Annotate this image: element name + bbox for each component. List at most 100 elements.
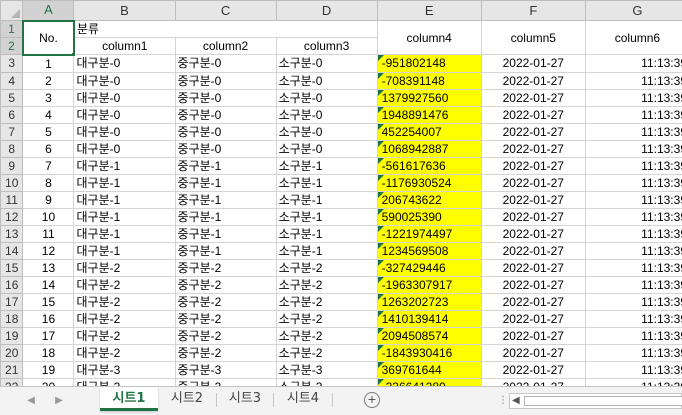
row-header[interactable]: 9	[0, 156, 24, 175]
cell-column4[interactable]: 2094508574	[376, 326, 482, 345]
cell-column3[interactable]: 소구분-2	[275, 275, 378, 294]
cell-no[interactable]: 12	[22, 241, 75, 260]
cell-no[interactable]: 6	[22, 139, 75, 158]
cell-column5[interactable]: 2022-01-27	[480, 224, 586, 243]
cell-column4[interactable]: -561617636	[376, 156, 482, 175]
tab-sheet3[interactable]: 시트3	[217, 387, 273, 411]
cell-column4[interactable]: 369761644	[376, 360, 482, 379]
cell-column4[interactable]: -336641280	[376, 377, 482, 386]
cell-column6[interactable]: 11:13:39	[584, 207, 682, 226]
row-header-2[interactable]: 2	[0, 37, 24, 55]
fill-handle[interactable]	[70, 51, 72, 53]
cell-column5[interactable]: 2022-01-27	[480, 275, 586, 294]
cell-column6[interactable]: 11:13:39	[584, 343, 682, 362]
row-header[interactable]: 18	[0, 309, 24, 328]
cell-no[interactable]: 10	[22, 207, 75, 226]
cell-column2[interactable]: 중구분-2	[174, 326, 277, 345]
cell-column3[interactable]: 소구분-1	[275, 241, 378, 260]
cell-column4[interactable]: 1263202723	[376, 292, 482, 311]
cell-column2[interactable]: 중구분-2	[174, 309, 277, 328]
cell-column6[interactable]: 11:13:39	[584, 122, 682, 141]
cell-column6[interactable]: 11:13:39	[584, 241, 682, 260]
cell-column3[interactable]: 소구분-3	[275, 360, 378, 379]
column-header-b[interactable]: B	[73, 0, 176, 21]
cell-no[interactable]: 15	[22, 292, 75, 311]
row-header[interactable]: 11	[0, 190, 24, 209]
cell-column4[interactable]: -708391148	[376, 71, 482, 90]
cell-column3[interactable]: 소구분-2	[275, 326, 378, 345]
cell-column4[interactable]: 1068942887	[376, 139, 482, 158]
cell-d2[interactable]: column3	[275, 37, 378, 55]
column-header-c[interactable]: C	[174, 0, 277, 21]
add-sheet-icon[interactable]: +	[364, 392, 380, 408]
cell-column3[interactable]: 소구분-0	[275, 105, 378, 124]
cell-g1[interactable]: column6	[584, 20, 682, 55]
cell-column1[interactable]: 대구분-0	[73, 122, 176, 141]
cell-no[interactable]: 2	[22, 71, 75, 90]
cell-no[interactable]: 4	[22, 105, 75, 124]
cell-column6[interactable]: 11:13:39	[584, 54, 682, 73]
cell-column6[interactable]: 11:13:39	[584, 173, 682, 192]
cell-column2[interactable]: 중구분-0	[174, 105, 277, 124]
cell-column6[interactable]: 11:13:39	[584, 156, 682, 175]
cell-column1[interactable]: 대구분-1	[73, 241, 176, 260]
cell-column1[interactable]: 대구분-2	[73, 292, 176, 311]
cell-column2[interactable]: 중구분-1	[174, 207, 277, 226]
cell-column3[interactable]: 소구분-2	[275, 292, 378, 311]
cell-column2[interactable]: 중구분-2	[174, 258, 277, 277]
cell-no[interactable]: 3	[22, 88, 75, 107]
cell-column6[interactable]: 11:13:39	[584, 224, 682, 243]
row-header-1[interactable]: 1	[0, 20, 24, 38]
cell-column4[interactable]: -327429446	[376, 258, 482, 277]
cell-no[interactable]: 14	[22, 275, 75, 294]
cell-column1[interactable]: 대구분-1	[73, 207, 176, 226]
tab-sheet2[interactable]: 시트2	[158, 387, 216, 411]
cell-no[interactable]: 7	[22, 156, 75, 175]
cell-column1[interactable]: 대구분-0	[73, 88, 176, 107]
row-header[interactable]: 19	[0, 326, 24, 345]
cell-column3[interactable]: 소구분-1	[275, 156, 378, 175]
cell-no[interactable]: 1	[22, 54, 75, 73]
column-header-f[interactable]: F	[480, 0, 586, 21]
cell-column3[interactable]: 소구분-0	[275, 71, 378, 90]
cell-column2[interactable]: 중구분-1	[174, 173, 277, 192]
cell-column2[interactable]: 중구분-1	[174, 241, 277, 260]
cell-column6[interactable]: 11:13:39	[584, 190, 682, 209]
cell-column4[interactable]: -1963307917	[376, 275, 482, 294]
cell-column3[interactable]: 소구분-0	[275, 54, 378, 73]
cell-column6[interactable]: 11:13:39	[584, 275, 682, 294]
cell-column5[interactable]: 2022-01-27	[480, 190, 586, 209]
row-header[interactable]: 14	[0, 241, 24, 260]
cell-column3[interactable]: 소구분-3	[275, 377, 378, 386]
cell-column5[interactable]: 2022-01-27	[480, 241, 586, 260]
cell-no[interactable]: 8	[22, 173, 75, 192]
cell-column4[interactable]: 452254007	[376, 122, 482, 141]
cell-column1[interactable]: 대구분-0	[73, 105, 176, 124]
cell-no[interactable]: 19	[22, 360, 75, 379]
tab-sheet4[interactable]: 시트4	[274, 387, 332, 411]
cell-column3[interactable]: 소구분-2	[275, 258, 378, 277]
cell-column4[interactable]: -1843930416	[376, 343, 482, 362]
cell-column3[interactable]: 소구분-1	[275, 207, 378, 226]
cell-column5[interactable]: 2022-01-27	[480, 88, 586, 107]
cell-column2[interactable]: 중구분-0	[174, 122, 277, 141]
cell-column2[interactable]: 중구분-1	[174, 156, 277, 175]
row-header[interactable]: 15	[0, 258, 24, 277]
cell-no[interactable]: 18	[22, 343, 75, 362]
cell-column3[interactable]: 소구분-0	[275, 122, 378, 141]
cell-f1[interactable]: column5	[480, 20, 586, 55]
cell-column5[interactable]: 2022-01-27	[480, 377, 586, 386]
cell-column5[interactable]: 2022-01-27	[480, 173, 586, 192]
cell-no[interactable]: 17	[22, 326, 75, 345]
cell-column2[interactable]: 중구분-0	[174, 54, 277, 73]
cell-column4[interactable]: 1234569508	[376, 241, 482, 260]
row-header[interactable]: 10	[0, 173, 24, 192]
cell-column5[interactable]: 2022-01-27	[480, 207, 586, 226]
cell-no[interactable]: 9	[22, 190, 75, 209]
cell-column3[interactable]: 소구분-2	[275, 309, 378, 328]
cell-column2[interactable]: 중구분-1	[174, 224, 277, 243]
scroll-left-icon[interactable]: ◀	[512, 395, 520, 406]
cell-column5[interactable]: 2022-01-27	[480, 71, 586, 90]
cell-column1[interactable]: 대구분-2	[73, 309, 176, 328]
row-header[interactable]: 21	[0, 360, 24, 379]
